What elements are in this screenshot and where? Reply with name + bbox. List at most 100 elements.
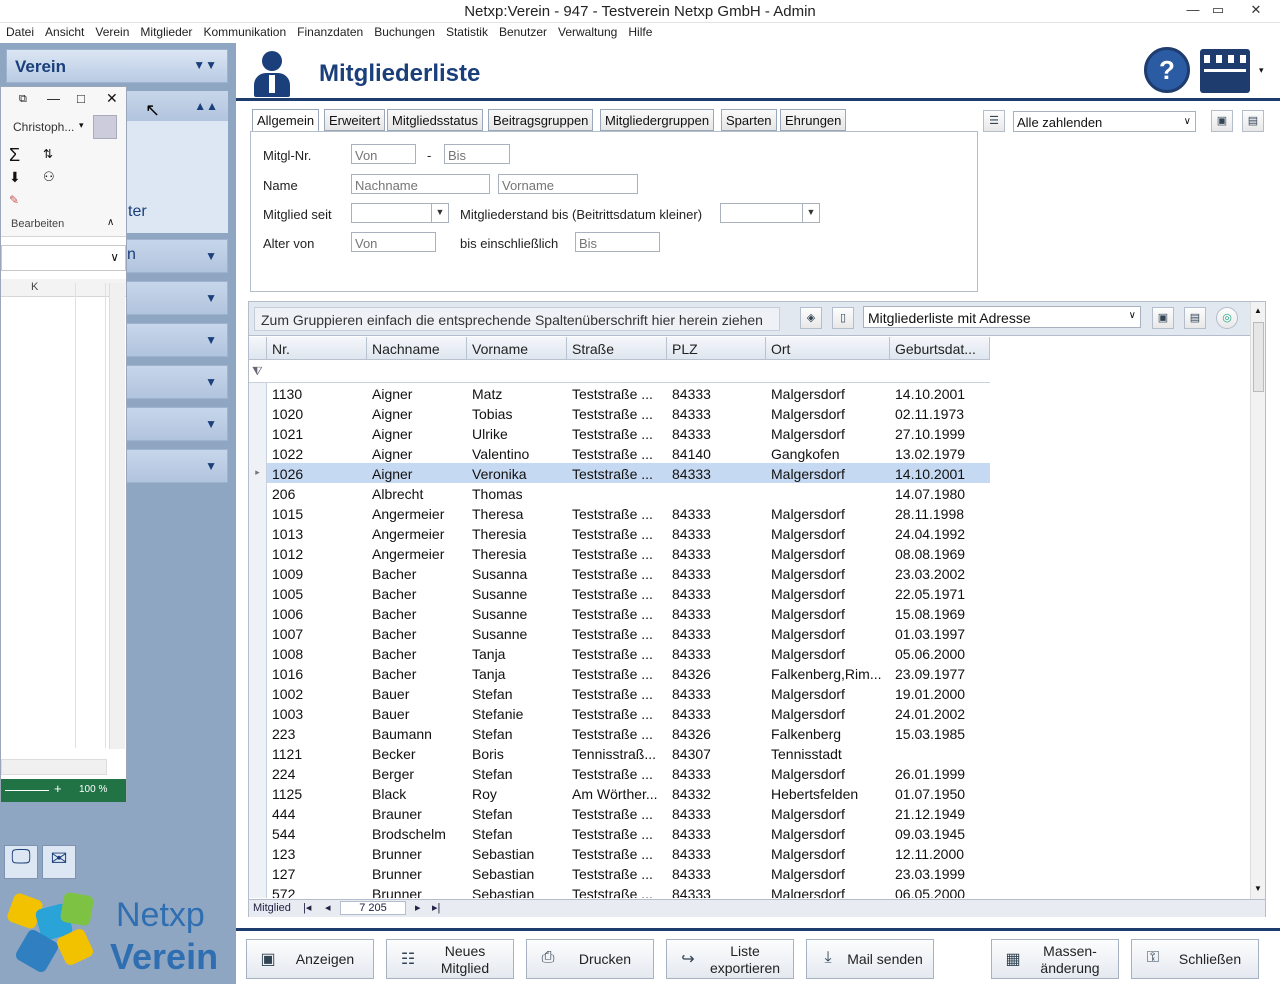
avatar[interactable] — [93, 115, 117, 139]
table-row[interactable]: 1021 Aigner Ulrike Teststraße ... 84333 Malge… — [249, 423, 990, 443]
table-row[interactable]: 1008 Bacher Tanja Teststraße ... 84333 Malger… — [249, 643, 990, 663]
table-row[interactable]: 1020 Aigner Tobias Teststraße ... 84333 Malge… — [249, 403, 990, 423]
scrollbar-thumb[interactable] — [1253, 322, 1264, 392]
group-hint[interactable]: Zum Gruppieren einfach die entsprechende… — [254, 307, 780, 331]
row-indicator[interactable] — [249, 683, 267, 703]
layout-select[interactable]: Mitgliederliste mit Adresse ∨ — [863, 306, 1141, 328]
table-row[interactable]: 1013 Angermeier Theresia Teststraße ... 8433… — [249, 523, 990, 543]
vertical-scrollbar[interactable] — [109, 283, 125, 749]
zoom-slider[interactable] — [5, 790, 49, 791]
table-row[interactable]: 1015 Angermeier Theresa Teststraße ... 84333… — [249, 503, 990, 523]
mitgliederstand-date[interactable]: ▼ — [720, 203, 820, 223]
drucken-button[interactable]: ⎙ Drucken — [526, 939, 654, 979]
filter-row[interactable]: ⧨ — [249, 361, 990, 383]
table-row[interactable]: 1022 Aigner Valentino Teststraße ... 84140 Ga… — [249, 443, 990, 463]
help-icon[interactable]: ? — [1144, 47, 1190, 93]
row-indicator[interactable] — [249, 603, 267, 623]
table-row[interactable]: 127 Brunner Sebastian Teststraße ... 84333 Ma… — [249, 863, 990, 883]
row-selected-icon[interactable]: ▸ — [249, 463, 267, 483]
column-header-vorname[interactable]: Vorname — [467, 337, 567, 360]
row-indicator[interactable] — [249, 883, 267, 898]
menu-finanzdaten[interactable]: Finanzdaten — [291, 23, 368, 39]
payer-select[interactable]: Alle zahlenden ∨ — [1013, 111, 1196, 132]
sidebar-item-2[interactable]: ▼ — [126, 281, 228, 315]
table-row[interactable]: ▸ 1026 Aigner Veronika Teststraße ... 84333 Ma… — [249, 463, 990, 483]
tab-mitgliedergruppen[interactable]: Mitgliedergruppen — [600, 109, 715, 131]
table-row[interactable]: 223 Baumann Stefan Teststraße ... 84326 Falke… — [249, 723, 990, 743]
close-icon[interactable]: ✕ — [106, 90, 118, 107]
chevron-down-icon[interactable]: ▼ — [802, 204, 819, 222]
next-record-icon[interactable]: ▸ — [415, 901, 421, 914]
chevron-down-icon[interactable]: ▾ — [79, 120, 84, 131]
column-header-nachname[interactable]: Nachname — [367, 337, 467, 360]
zoom-in-icon[interactable]: + — [54, 781, 62, 796]
schliessen-button[interactable]: ⚿ Schließen — [1131, 939, 1259, 979]
table-row[interactable]: 1005 Bacher Susanne Teststraße ... 84333 Malg… — [249, 583, 990, 603]
filter-icon[interactable]: ⧨ — [252, 364, 263, 379]
pin-icon[interactable]: ⧉ — [19, 93, 27, 106]
table-row[interactable]: 444 Brauner Stefan Teststraße ... 84333 Malge… — [249, 803, 990, 823]
minimize-button[interactable]: — — [1180, 2, 1206, 20]
sidebar-item-1[interactable]: n ▼ — [126, 239, 228, 273]
grid-column[interactable] — [76, 283, 106, 748]
anzeigen-button[interactable]: ▣ Anzeigen — [246, 939, 374, 979]
delete-layout-icon[interactable]: ▤ — [1184, 307, 1206, 329]
table-row[interactable]: 123 Brunner Sebastian Teststraße ... 84333 Ma… — [249, 843, 990, 863]
eraser-icon[interactable]: ✎ — [9, 193, 19, 207]
globe-icon[interactable]: ◎ — [1216, 307, 1238, 329]
massenaenderung-button[interactable]: ▦ Massen-änderung — [991, 939, 1119, 979]
chevron-down-icon[interactable]: ∨ — [110, 250, 119, 264]
chevron-down-icon[interactable]: ▼ — [431, 204, 448, 222]
server-icon[interactable]: ☰ — [983, 110, 1005, 132]
table-row[interactable]: 1002 Bauer Stefan Teststraße ... 84333 Malger… — [249, 683, 990, 703]
scroll-up-icon[interactable]: ▲ — [1254, 306, 1262, 315]
column-header-nr[interactable]: Nr. — [267, 337, 367, 360]
table-row[interactable]: 1006 Bacher Susanne Teststraße ... 84333 Malg… — [249, 603, 990, 623]
first-record-icon[interactable]: |◂ — [303, 901, 311, 914]
row-indicator[interactable] — [249, 383, 267, 403]
row-indicator[interactable] — [249, 523, 267, 543]
menu-buchungen[interactable]: Buchungen — [368, 23, 440, 39]
menu-datei[interactable]: Datei — [0, 23, 39, 39]
row-indicator[interactable] — [249, 563, 267, 583]
tab-ehrungen[interactable]: Ehrungen — [780, 109, 847, 131]
menu-statistik[interactable]: Statistik — [440, 23, 493, 39]
row-indicator[interactable] — [249, 843, 267, 863]
table-row[interactable]: 206 Albrecht Thomas 14.07.1980 — [249, 483, 990, 503]
table-row[interactable]: 1007 Bacher Susanne Teststraße ... 84333 Malg… — [249, 623, 990, 643]
mitglied-seit-date[interactable]: ▼ — [351, 203, 449, 223]
menu-verwaltung[interactable]: Verwaltung — [552, 23, 622, 39]
tab-sparten[interactable]: Sparten — [721, 109, 777, 131]
close-button[interactable]: ✕ — [1236, 2, 1276, 20]
table-row[interactable]: 1012 Angermeier Theresia Teststraße ... 8433… — [249, 543, 990, 563]
sort-icon[interactable]: ⇅ — [43, 147, 53, 161]
alter-bis-input[interactable] — [575, 232, 660, 252]
column-header-geburtsdatum[interactable]: Geburtsdat... — [890, 337, 990, 360]
row-indicator[interactable] — [249, 823, 267, 843]
sidebar-item-5[interactable]: ▼ — [126, 407, 228, 441]
sidebar-item-6[interactable]: ▼ — [126, 449, 228, 483]
last-record-icon[interactable]: ▸| — [432, 901, 440, 914]
binoculars-icon[interactable]: ⚇ — [43, 169, 55, 185]
grid-column[interactable] — [1, 283, 76, 748]
column-header-strasse[interactable]: Straße — [567, 337, 667, 360]
menu-ansicht[interactable]: Ansicht — [39, 23, 89, 39]
chevron-up-icon[interactable]: ∧ — [107, 217, 114, 228]
previous-record-icon[interactable]: ◂ — [325, 901, 331, 914]
menu-kommunikation[interactable]: Kommunikation — [197, 23, 291, 39]
neues-mitglied-button[interactable]: ☷ Neues Mitglied — [386, 939, 514, 979]
row-indicator[interactable] — [249, 423, 267, 443]
vertical-scrollbar[interactable]: ▲ ▼ — [1250, 302, 1265, 899]
row-indicator[interactable] — [249, 783, 267, 803]
mail-senden-button[interactable]: ⤓ Mail senden — [806, 939, 934, 979]
clapperboard-icon[interactable] — [1200, 49, 1250, 93]
row-indicator[interactable] — [249, 643, 267, 663]
row-indicator[interactable] — [249, 483, 267, 503]
monitor-icon[interactable]: 🖵 — [4, 845, 38, 879]
sidebar-item-3[interactable]: ▼ — [126, 323, 228, 357]
row-indicator[interactable] — [249, 863, 267, 883]
sidebar-header-verein[interactable]: Verein ▼▼ — [6, 49, 228, 83]
chevron-down-icon[interactable]: ▾ — [1259, 65, 1264, 76]
maximize-icon[interactable]: □ — [77, 91, 85, 106]
table-row[interactable]: 572 Brunner Sebastian Teststraße ... 84333 Ma… — [249, 883, 990, 898]
